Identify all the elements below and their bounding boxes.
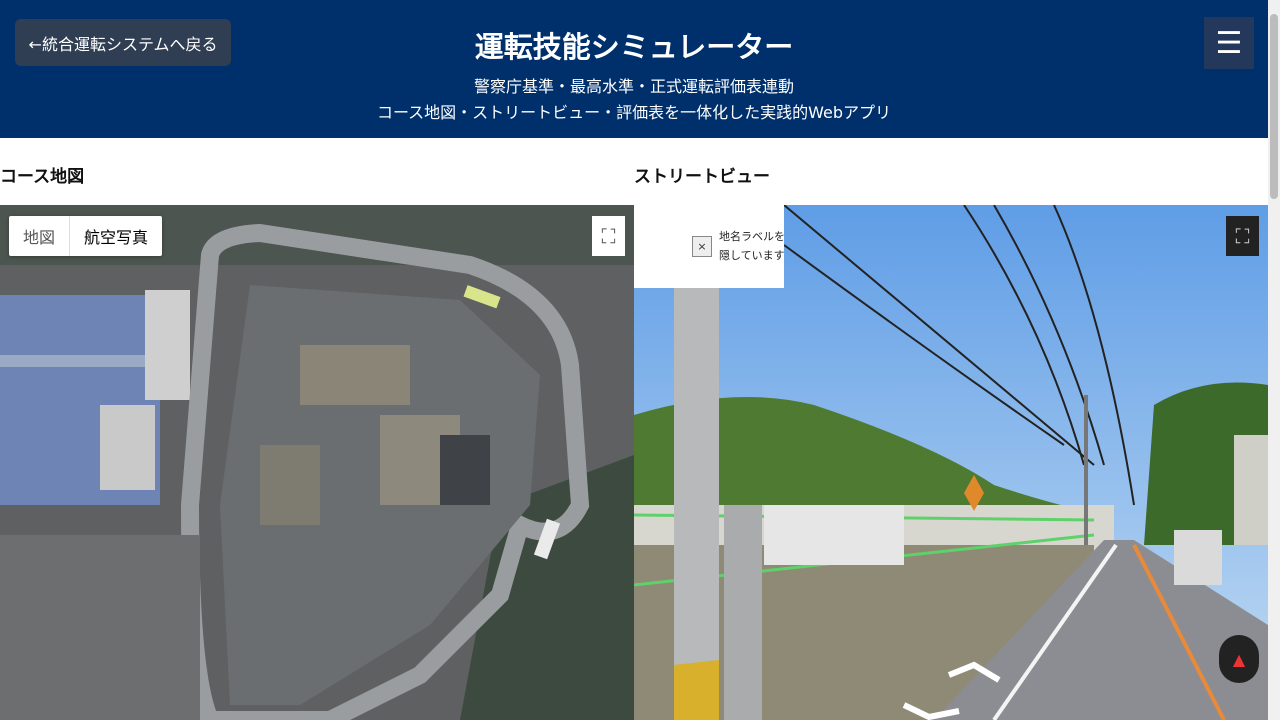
map-type-satellite-button[interactable]: 航空写真 xyxy=(70,216,162,256)
map-fullscreen-icon[interactable]: ⛶ xyxy=(592,216,625,256)
streetview-title: ストリートビュー xyxy=(634,167,770,187)
page-title: 運転技能シミュレーター xyxy=(474,30,794,64)
close-icon[interactable]: × xyxy=(692,236,712,257)
course-map-title: コース地図 xyxy=(0,167,85,187)
compass-icon[interactable]: ▲ xyxy=(1219,635,1259,683)
page-scrollbar[interactable] xyxy=(1268,0,1280,720)
page-subtitle-1: 警察庁基準・最高水準・正式運転評価表連動 xyxy=(473,77,794,96)
label-hidden-text: 地名ラベルを隠しています xyxy=(719,230,785,262)
scrollbar-thumb[interactable] xyxy=(1270,14,1278,199)
hamburger-menu-icon[interactable]: ☰ xyxy=(1204,17,1254,69)
course-map[interactable]: 地図 航空写真 ⛶ xyxy=(0,205,634,720)
map-type-map-button[interactable]: 地図 xyxy=(9,216,71,256)
map-type-control: 地図 航空写真 xyxy=(9,216,163,256)
label-hidden-notice: × 地名ラベルを隠しています xyxy=(634,205,785,288)
app-header: ←統合運転システムへ戻る 運転技能シミュレーター 警察庁基準・最高水準・正式運転… xyxy=(0,0,1268,138)
page-subtitle-2: コース地図・ストリートビュー・評価表を一体化した実践的Webアプリ xyxy=(376,103,892,122)
streetview-fullscreen-icon[interactable]: ⛶ xyxy=(1226,216,1259,256)
satellite-imagery xyxy=(0,205,634,720)
